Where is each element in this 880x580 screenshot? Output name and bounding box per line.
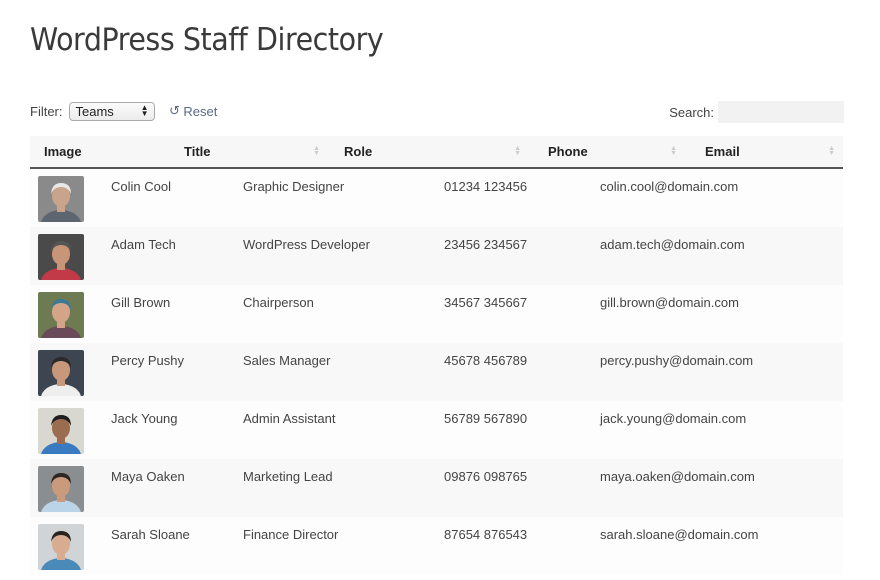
filter-select-value: Teams bbox=[75, 103, 114, 119]
cell-image bbox=[30, 517, 111, 575]
table-body: Colin Cool Graphic Designer 01234 123456… bbox=[30, 169, 843, 575]
page-title: WordPress Staff Directory bbox=[30, 22, 384, 58]
column-header-phone[interactable]: Phone ▲ ▼ bbox=[529, 136, 685, 167]
cell-role: Sales Manager bbox=[243, 353, 331, 368]
avatar bbox=[38, 466, 84, 512]
column-header-title[interactable]: Title ▲ ▼ bbox=[111, 136, 328, 167]
table-row: Gill Brown Chairperson 34567 345667 gill… bbox=[30, 285, 843, 343]
cell-email: adam.tech@domain.com bbox=[600, 237, 745, 252]
avatar bbox=[38, 176, 84, 222]
cell-email: gill.brown@domain.com bbox=[600, 295, 739, 310]
cell-phone: 45678 456789 bbox=[444, 353, 528, 368]
search-input[interactable] bbox=[718, 101, 844, 123]
cell-email: percy.pushy@domain.com bbox=[600, 353, 754, 368]
table-row: Colin Cool Graphic Designer 01234 123456… bbox=[30, 169, 843, 227]
cell-role: Admin Assistant bbox=[243, 411, 336, 426]
cell-phone: 56789 567890 bbox=[444, 411, 528, 426]
sort-icon: ▲ ▼ bbox=[670, 145, 677, 157]
sort-icon: ▲ ▼ bbox=[313, 145, 320, 157]
filter-bar: Filter: Teams ▲ ▼ ↻ Reset bbox=[30, 101, 217, 121]
column-header-image: Image bbox=[44, 144, 82, 159]
cell-role: Marketing Lead bbox=[243, 469, 333, 484]
cell-phone: 87654 876543 bbox=[444, 527, 528, 542]
search-label: Search: bbox=[669, 104, 714, 120]
table-row: Jack Young Admin Assistant 56789 567890 … bbox=[30, 401, 843, 459]
cell-image bbox=[30, 459, 111, 517]
cell-image bbox=[30, 285, 111, 343]
table-row: Maya Oaken Marketing Lead 09876 098765 m… bbox=[30, 459, 843, 517]
cell-title: Percy Pushy bbox=[111, 353, 184, 368]
sort-icon: ▲ ▼ bbox=[828, 145, 835, 157]
cell-role: WordPress Developer bbox=[243, 237, 370, 252]
avatar bbox=[38, 408, 84, 454]
cell-email: colin.cool@domain.com bbox=[600, 179, 739, 194]
cell-phone: 34567 345667 bbox=[444, 295, 528, 310]
avatar bbox=[38, 234, 84, 280]
avatar bbox=[38, 350, 84, 396]
cell-role: Graphic Designer bbox=[243, 179, 345, 194]
undo-icon: ↻ bbox=[168, 103, 180, 118]
table-row: Percy Pushy Sales Manager 45678 456789 p… bbox=[30, 343, 843, 401]
cell-image bbox=[30, 401, 111, 459]
cell-email: maya.oaken@domain.com bbox=[600, 469, 755, 484]
column-header-email[interactable]: Email ▲ ▼ bbox=[685, 136, 843, 167]
table-row: Adam Tech WordPress Developer 23456 2345… bbox=[30, 227, 843, 285]
cell-title: Colin Cool bbox=[111, 179, 171, 194]
cell-title: Sarah Sloane bbox=[111, 527, 190, 542]
avatar bbox=[38, 524, 84, 570]
filter-label: Filter: bbox=[30, 103, 63, 119]
cell-email: sarah.sloane@domain.com bbox=[600, 527, 759, 542]
column-header-role[interactable]: Role ▲ ▼ bbox=[328, 136, 529, 167]
cell-role: Finance Director bbox=[243, 527, 339, 542]
cell-image bbox=[30, 169, 111, 227]
filter-select[interactable]: Teams ▲ ▼ bbox=[68, 101, 155, 121]
reset-link[interactable]: ↻ Reset bbox=[169, 103, 218, 119]
cell-email: jack.young@domain.com bbox=[600, 411, 747, 426]
table-header: Image Title ▲ ▼ Role ▲ ▼ Phone ▲ ▼ Email ▲ ▼ bbox=[30, 136, 843, 169]
cell-title: Jack Young bbox=[111, 411, 178, 426]
cell-image bbox=[30, 227, 111, 285]
cell-phone: 09876 098765 bbox=[444, 469, 528, 484]
sort-icon: ▲ ▼ bbox=[514, 145, 521, 157]
search-bar: Search: bbox=[669, 101, 844, 123]
cell-title: Maya Oaken bbox=[111, 469, 185, 484]
cell-title: Adam Tech bbox=[111, 237, 176, 252]
cell-image bbox=[30, 343, 111, 401]
staff-table: Image Title ▲ ▼ Role ▲ ▼ Phone ▲ ▼ Email ▲ ▼ bbox=[30, 136, 843, 575]
table-row: Sarah Sloane Finance Director 87654 8765… bbox=[30, 517, 843, 575]
avatar bbox=[38, 292, 84, 338]
cell-title: Gill Brown bbox=[111, 295, 171, 310]
cell-role: Chairperson bbox=[243, 295, 314, 310]
cell-phone: 01234 123456 bbox=[444, 179, 528, 194]
cell-phone: 23456 234567 bbox=[444, 237, 528, 252]
select-arrows-icon: ▲ ▼ bbox=[140, 103, 149, 118]
reset-label: Reset bbox=[183, 103, 218, 119]
